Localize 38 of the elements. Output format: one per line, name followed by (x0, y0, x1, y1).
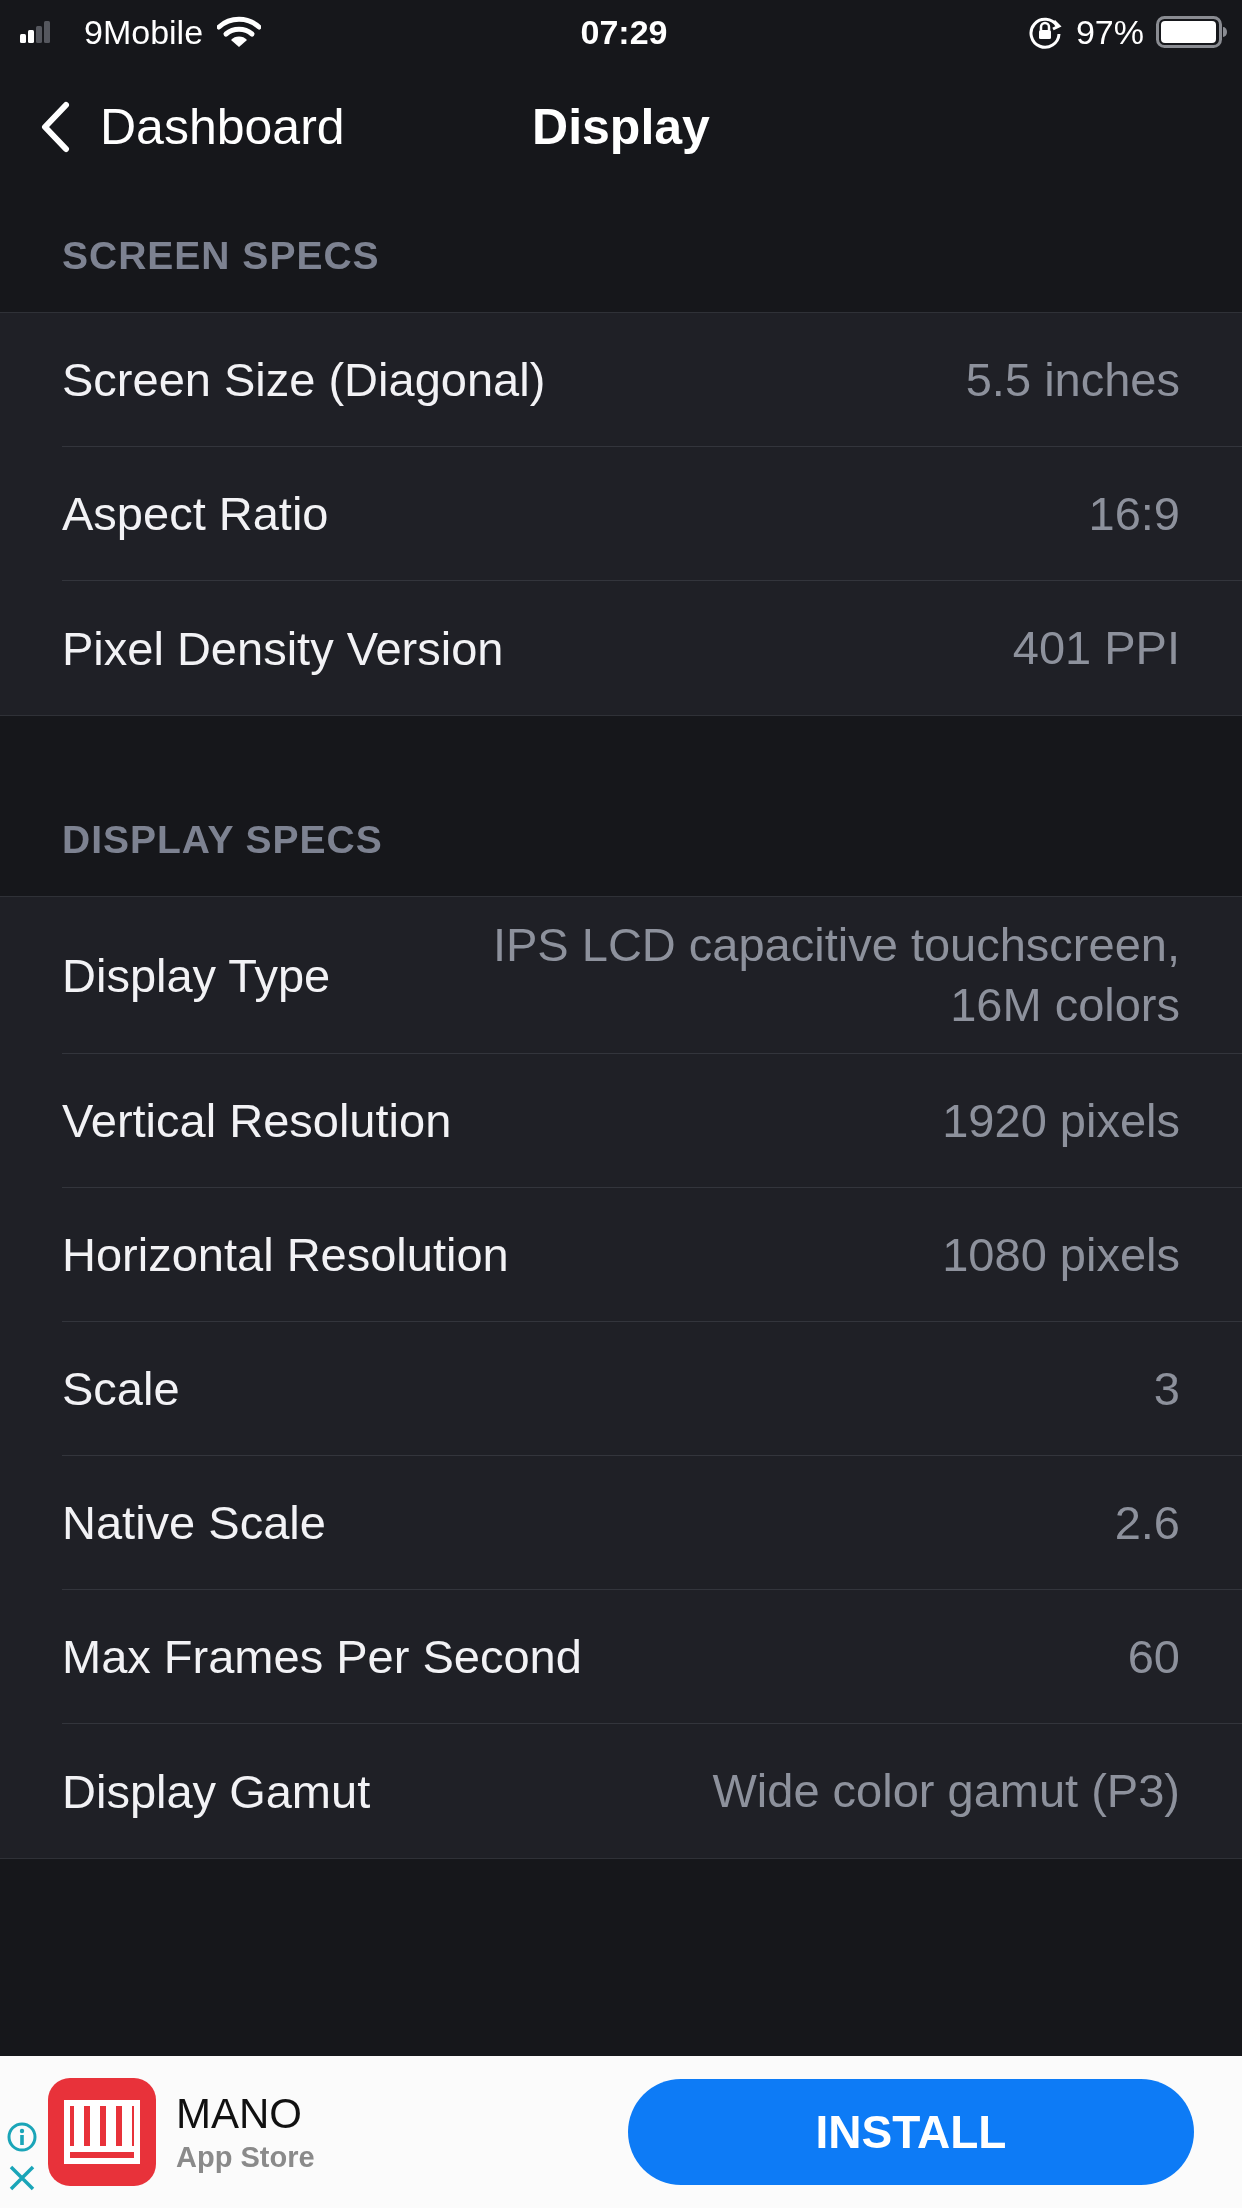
app-name: MANO (176, 2089, 303, 2139)
carrier-name: 9Mobile (84, 12, 204, 52)
store-name: App Store (176, 2140, 316, 2175)
spec-label: Horizontal Resolution (62, 1227, 509, 1282)
close-icon[interactable] (8, 2164, 36, 2192)
spec-value: 60 (1127, 1628, 1180, 1685)
spec-label: Display Gamut (62, 1763, 371, 1819)
info-icon[interactable] (7, 2122, 37, 2152)
clock-time: 07:29 (580, 12, 668, 52)
orientation-lock-icon (1027, 15, 1062, 49)
battery-percent: 97% (1075, 12, 1144, 52)
spec-label: Scale (62, 1361, 180, 1416)
spec-label: Native Scale (62, 1495, 326, 1550)
spec-label: Aspect Ratio (62, 486, 329, 541)
spec-value: 1080 pixels (942, 1226, 1180, 1283)
spec-label: Vertical Resolution (62, 1093, 452, 1148)
signal-icon (20, 21, 50, 43)
spec-value: 3 (1153, 1360, 1180, 1417)
spec-label: Display Type (62, 947, 331, 1003)
spec-label: Max Frames Per Second (62, 1629, 582, 1684)
spec-value: IPS LCD capacitive touchscreen, 16M colors (491, 917, 1180, 1033)
section-header: DISPLAY SPECS (62, 818, 383, 862)
page-title: Display (532, 98, 710, 156)
chevron-left-icon (40, 101, 70, 153)
spec-value: Wide color gamut (P3) (712, 1763, 1180, 1819)
spec-label: Screen Size (Diagonal) (62, 352, 546, 407)
spec-value: 2.6 (1114, 1494, 1180, 1551)
spec-value: 1920 pixels (942, 1092, 1180, 1149)
spec-value: 401 PPI (1012, 620, 1180, 676)
install-button[interactable]: INSTALL (628, 2079, 1194, 2185)
back-button[interactable]: Dashboard (0, 98, 351, 156)
spec-value: 5.5 inches (965, 351, 1180, 408)
spec-label: Pixel Density Version (62, 620, 504, 676)
battery-icon (1156, 16, 1228, 48)
app-icon (48, 2078, 156, 2186)
section-header: SCREEN SPECS (62, 234, 380, 278)
spec-value: 16:9 (1088, 485, 1180, 542)
wifi-icon (217, 16, 262, 48)
